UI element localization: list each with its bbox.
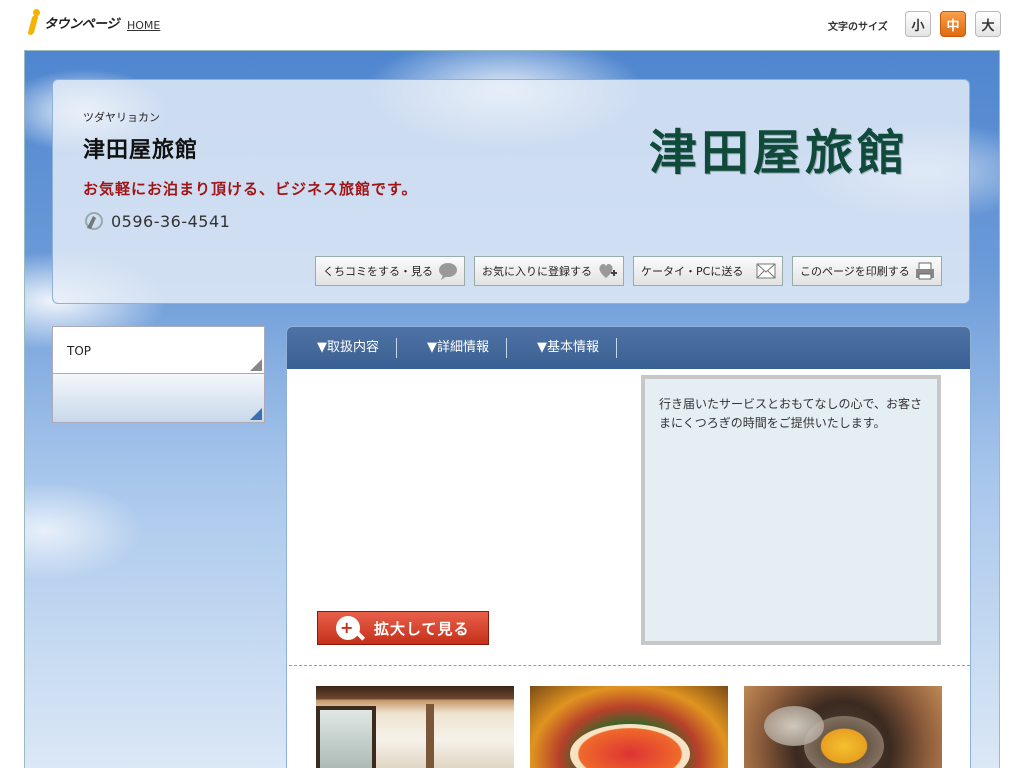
font-size-large-button[interactable]: 大 [975,11,1001,37]
guest-room-photo[interactable] [316,686,514,768]
shop-catchphrase: お気軽にお泊まり頂ける、ビジネス旅館です。 [83,180,418,198]
shop-header-panel: ツダヤリョカン 津田屋旅館 お気軽にお泊まり頂ける、ビジネス旅館です。 0596… [52,79,970,304]
phone-number: 0596-36-4541 [111,212,231,231]
description-text: 行き届いたサービスとおもてなしの心で、お客さまにくつろぎの時間をご提供いたします… [659,397,923,430]
tab-basic-info[interactable]: ▼基本情報 [507,338,617,358]
tab-basic-info-label: ▼基本情報 [537,340,599,355]
side-navigation: TOP [52,326,265,423]
tab-details-label: ▼詳細情報 [427,340,489,355]
brand-title-calligraphy: 津田屋旅館 [649,125,910,181]
tab-details[interactable]: ▼詳細情報 [397,338,507,358]
speech-bubble-icon [439,263,457,280]
zoom-view-button-label: 拡大して見る [374,619,470,638]
phone-icon [85,212,103,230]
tab-separator [616,338,617,358]
send-to-mobile-button-label: ケータイ・PCに送る [641,265,744,278]
font-size-label: 文字のサイズ [828,22,888,33]
tab-services-label: ▼取扱内容 [317,340,379,355]
send-to-mobile-button[interactable]: ケータイ・PCに送る [633,256,783,286]
logo-icon [22,9,42,35]
main-content-panel: ▼取扱内容 ▼詳細情報 ▼基本情報 + 拡大して見る 行き届いたサービスとおもて… [286,326,971,768]
print-button-label: このページを印刷する [800,265,910,278]
sashimi-platter-photo[interactable] [530,686,728,768]
magnifier-plus-icon: + [336,616,360,640]
zoom-view-button[interactable]: + 拡大して見る [317,611,489,645]
shop-name-kana: ツダヤリョカン [83,111,160,124]
logo-text: タウンページ [44,16,119,32]
sidebar-submenu[interactable] [52,374,265,423]
tab-services[interactable]: ▼取扱内容 [287,338,397,358]
sidebar-item-top-label: TOP [67,344,92,358]
review-button[interactable]: くちコミをする・見る [315,256,465,286]
font-size-medium-button[interactable]: 中 [940,11,966,37]
heart-plus-icon [599,263,617,278]
print-button[interactable]: このページを印刷する [792,256,942,286]
section-divider [289,665,970,666]
townpage-logo[interactable]: タウンページ [22,8,119,36]
tab-bar: ▼取扱内容 ▼詳細情報 ▼基本情報 [287,327,970,369]
top-bar: タウンページ HOME 文字のサイズ 小 中 大 [0,0,1024,50]
home-link[interactable]: HOME [127,19,160,32]
font-size-small-button[interactable]: 小 [905,11,931,37]
corner-arrow-icon [250,408,262,420]
favorite-button[interactable]: お気に入りに登録する [474,256,624,286]
shop-name: 津田屋旅館 [83,138,199,163]
oyster-dish-photo[interactable] [744,686,942,768]
description-box: 行き届いたサービスとおもてなしの心で、お客さまにくつろぎの時間をご提供いたします… [641,375,941,645]
corner-arrow-icon [250,359,262,371]
review-button-label: くちコミをする・見る [323,265,433,278]
printer-icon [916,262,934,280]
favorite-button-label: お気に入りに登録する [482,265,592,278]
sidebar-item-top[interactable]: TOP [52,326,265,374]
mail-icon [756,263,776,279]
